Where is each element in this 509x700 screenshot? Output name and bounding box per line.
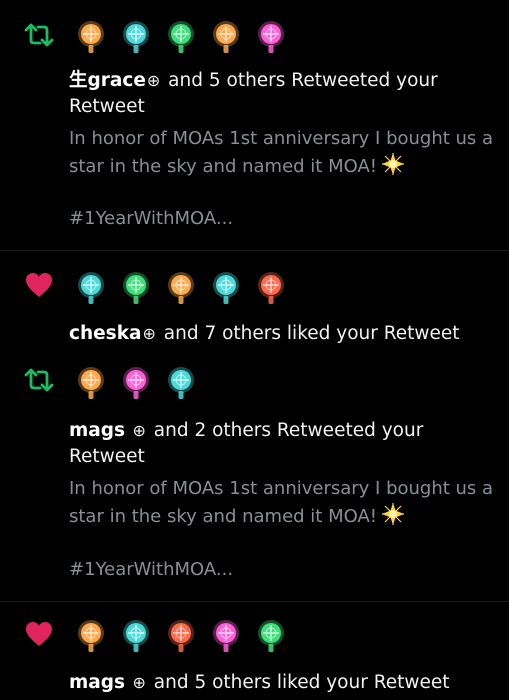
user-avatar[interactable] [75,619,107,653]
user-avatar[interactable] [165,366,197,400]
sparkle-star-icon [382,503,404,525]
lightstick-emoji: ⊕ [132,673,146,692]
notification-like[interactable]: cheska⊕ and 7 others liked your Retweet [0,251,509,351]
notification-headline[interactable]: cheska⊕ and 7 others liked your Retweet [69,321,499,347]
notification-headline[interactable]: 生grace⊕ and 5 others Retweeted your Retw… [69,68,499,120]
user-avatar[interactable] [120,366,152,400]
tweet-text: In honor of MOAs 1st anniversary I bough… [69,128,494,177]
tweet-text-container[interactable]: In honor of MOAs 1st anniversary I bough… [69,476,497,530]
lightstick-emoji: ⊕ [142,324,156,343]
user-name[interactable]: cheska [69,323,141,344]
user-avatar[interactable] [255,619,287,653]
notification-retweet[interactable]: mags ⊕ and 2 others Retweeted your Retwe… [0,351,509,601]
user-name[interactable]: mags [69,420,131,441]
avatar-row [75,20,287,54]
user-avatar[interactable] [120,20,152,54]
user-avatar[interactable] [255,271,287,305]
lightstick-emoji: ⊕ [132,421,146,440]
user-name[interactable]: mags [69,672,131,693]
hashtag[interactable]: #1YearWithMOA... [69,557,233,583]
avatar-row [75,619,287,653]
heart-icon [26,273,52,297]
tweet-text-container[interactable]: In honor of MOAs 1st anniversary I bough… [69,126,497,180]
user-avatar[interactable] [255,20,287,54]
user-avatar[interactable] [75,271,107,305]
retweet-icon [24,23,54,47]
action-text: and 5 others liked your Retweet [147,672,450,693]
avatar-row [75,271,287,305]
notification-headline[interactable]: mags ⊕ and 2 others Retweeted your Retwe… [69,418,499,470]
user-avatar[interactable] [75,366,107,400]
hashtag[interactable]: #1YearWithMOA... [69,206,233,232]
user-avatar[interactable] [165,20,197,54]
user-name[interactable]: 生grace [69,70,146,91]
user-avatar[interactable] [210,20,242,54]
retweet-icon [24,368,54,392]
user-avatar[interactable] [165,271,197,305]
user-avatar[interactable] [210,271,242,305]
user-avatar[interactable] [75,20,107,54]
user-avatar[interactable] [210,619,242,653]
user-avatar[interactable] [120,271,152,305]
lightstick-emoji: ⊕ [146,71,161,90]
avatar-row [75,366,197,400]
user-avatar[interactable] [120,619,152,653]
sparkle-star-icon [382,153,404,175]
notification-retweet[interactable]: 生grace⊕ and 5 others Retweeted your Retw… [0,0,509,250]
notification-headline[interactable]: mags ⊕ and 5 others liked your Retweet [69,670,499,696]
user-avatar[interactable] [165,619,197,653]
notification-like[interactable]: mags ⊕ and 5 others liked your Retweet [0,602,509,700]
action-text: and 7 others liked your Retweet [157,323,460,344]
heart-icon [26,622,52,646]
tweet-text: In honor of MOAs 1st anniversary I bough… [69,478,494,527]
